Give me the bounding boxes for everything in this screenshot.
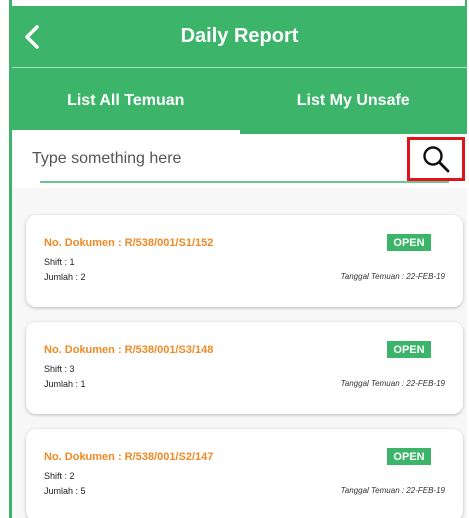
page-title: Daily Report bbox=[180, 25, 299, 47]
chevron-left-icon bbox=[25, 25, 39, 49]
shift-label: Shift : 2 bbox=[44, 471, 75, 481]
tanggal-temuan: Tanggal Temuan : 22-FEB-19 bbox=[340, 272, 445, 281]
search-underline bbox=[40, 181, 449, 183]
tab-list-my-unsafe[interactable]: List My Unsafe bbox=[240, 68, 468, 134]
document-number: No. Dokumen : R/538/001/S3/148 bbox=[44, 344, 214, 356]
jumlah-label: Jumlah : 2 bbox=[44, 272, 86, 282]
status-badge: OPEN bbox=[387, 234, 431, 251]
report-card[interactable]: No. Dokumen : R/538/001/S3/148 Shift : 3… bbox=[26, 322, 463, 414]
status-badge: OPEN bbox=[387, 448, 431, 465]
shift-label: Shift : 1 bbox=[44, 257, 75, 267]
document-number: No. Dokumen : R/538/001/S1/152 bbox=[44, 237, 214, 249]
tab-list-all-temuan[interactable]: List All Temuan bbox=[12, 68, 240, 134]
report-card[interactable]: No. Dokumen : R/538/001/S2/147 Shift : 2… bbox=[26, 429, 463, 518]
tanggal-temuan: Tanggal Temuan : 22-FEB-19 bbox=[340, 486, 445, 495]
app-screen: Daily Report List All Temuan List My Uns… bbox=[12, 6, 467, 518]
jumlah-label: Jumlah : 1 bbox=[44, 379, 86, 389]
search-icon bbox=[423, 146, 450, 173]
document-number: No. Dokumen : R/538/001/S2/147 bbox=[44, 451, 214, 463]
report-card[interactable]: No. Dokumen : R/538/001/S1/152 Shift : 1… bbox=[26, 215, 463, 307]
search-input[interactable] bbox=[32, 144, 392, 174]
shift-label: Shift : 3 bbox=[44, 364, 75, 374]
search-button[interactable] bbox=[407, 137, 465, 181]
back-button[interactable] bbox=[20, 24, 46, 50]
jumlah-label: Jumlah : 5 bbox=[44, 486, 86, 496]
status-badge: OPEN bbox=[387, 341, 431, 358]
app-header: Daily Report bbox=[12, 6, 467, 68]
search-bar bbox=[12, 134, 467, 188]
tanggal-temuan: Tanggal Temuan : 22-FEB-19 bbox=[340, 379, 445, 388]
tab-bar: List All Temuan List My Unsafe bbox=[12, 68, 467, 134]
